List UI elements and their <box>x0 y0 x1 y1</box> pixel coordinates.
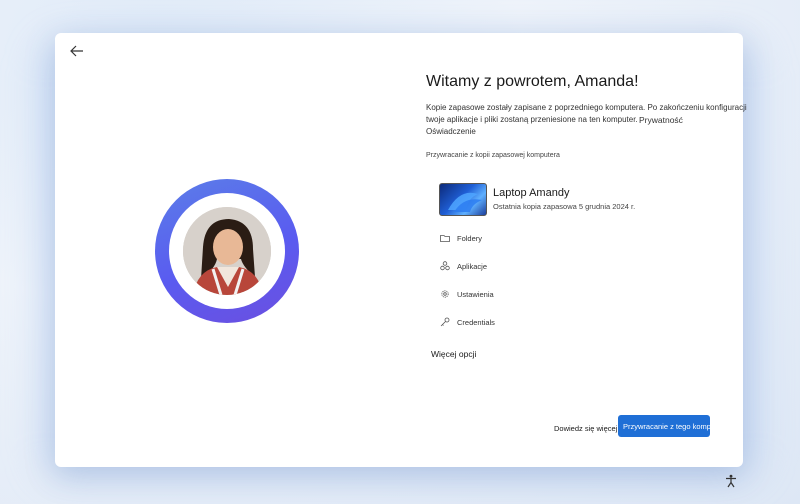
device-last-backup: Ostatnia kopia zapasowa 5 grudnia 2024 r… <box>493 202 636 211</box>
accessibility-icon <box>724 474 738 493</box>
backup-item-label: Aplikacje <box>457 261 488 271</box>
device-thumbnail <box>439 183 487 216</box>
backup-item-label: Ustawienia <box>457 289 494 299</box>
section-label: Przywracanie z kopii zapasowej komputera <box>426 152 560 159</box>
more-options-link[interactable]: Więcej opcji <box>431 349 476 359</box>
avatar <box>155 179 299 323</box>
description-line-1: Kopie zapasowe zostały zapisane z poprze… <box>426 103 747 112</box>
profile-photo <box>183 207 271 295</box>
privacy-link[interactable]: Prywatność <box>639 115 683 125</box>
learn-more-link[interactable]: Dowiedz się więcej <box>554 424 617 433</box>
avatar-inner-ring <box>169 193 285 309</box>
apps-icon <box>439 260 451 272</box>
description: Kopie zapasowe zostały zapisane z poprze… <box>426 102 771 126</box>
back-button[interactable] <box>63 39 91 67</box>
backup-item-folders: Foldery <box>439 232 482 244</box>
description-line-2: twoje aplikacje i pliki zostaną przenies… <box>426 115 638 124</box>
gear-icon <box>439 288 451 300</box>
arrow-left-icon <box>70 44 84 62</box>
accessibility-button[interactable] <box>722 474 740 492</box>
device-name: Laptop Amandy <box>493 187 570 199</box>
backup-item-label: Credentials <box>457 317 495 327</box>
restore-from-pc-button[interactable]: Przywracanie z tego komputera <box>618 415 710 437</box>
backup-item-apps: Aplikacje <box>439 260 487 272</box>
backup-item-credentials: Credentials <box>439 316 495 328</box>
folder-icon <box>439 232 451 244</box>
setup-card: Witamy z powrotem, Amanda! Kopie zapasow… <box>55 33 747 467</box>
declaration-link[interactable]: Oświadczenie <box>426 127 476 136</box>
key-icon <box>439 316 451 328</box>
backup-item-settings: Ustawienia <box>439 288 494 300</box>
backup-item-label: Foldery <box>457 233 483 243</box>
page-title: Witamy z powrotem, Amanda! <box>426 73 639 90</box>
